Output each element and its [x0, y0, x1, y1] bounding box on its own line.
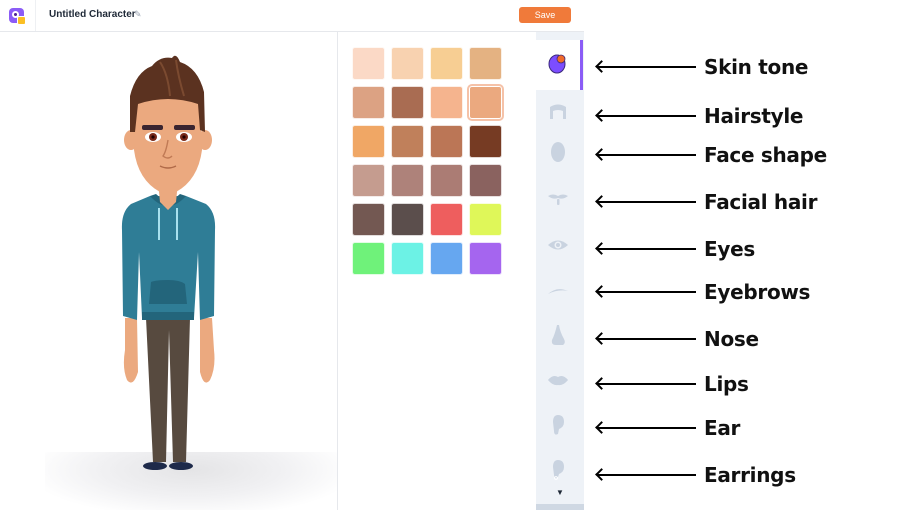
annotation: Earrings: [598, 463, 898, 487]
skin-swatch[interactable]: [469, 203, 502, 236]
sidebar-item-skin-tone[interactable]: [536, 40, 583, 90]
arrow-left-icon: [598, 115, 696, 117]
category-sidebar: ▼: [536, 32, 584, 510]
character-avatar: [121, 55, 216, 470]
eye-icon: [547, 238, 569, 257]
skin-swatch[interactable]: [391, 203, 424, 236]
skin-swatch[interactable]: [469, 86, 502, 119]
save-button[interactable]: Save: [519, 7, 571, 23]
sidebar-item-ear[interactable]: [536, 407, 580, 447]
nose-icon: [550, 324, 566, 351]
earring-icon: [551, 459, 565, 486]
annotation: Facial hair: [598, 190, 898, 214]
arrow-left-icon: [598, 474, 696, 476]
skin-tone-icon: [548, 52, 568, 79]
skin-swatch[interactable]: [352, 86, 385, 119]
sidebar-item-facial-hair[interactable]: [536, 182, 580, 222]
logo-cell: [0, 0, 36, 31]
sidebar-item-nose[interactable]: [536, 317, 580, 357]
eyebrow-icon: [547, 283, 569, 301]
arrow-left-icon: [598, 291, 696, 293]
skin-swatch[interactable]: [469, 164, 502, 197]
skin-swatch[interactable]: [391, 242, 424, 275]
caret-down-icon[interactable]: ▼: [556, 488, 564, 497]
character-pants: [146, 318, 190, 462]
annotation: Nose: [598, 327, 898, 351]
pencil-icon[interactable]: ✎: [134, 9, 142, 20]
skin-swatch[interactable]: [430, 125, 463, 158]
annotation: Eyebrows: [598, 280, 898, 304]
character-right-hand: [200, 318, 215, 383]
annotation-label: Eyebrows: [704, 280, 811, 304]
skin-swatch[interactable]: [391, 125, 424, 158]
skin-swatch[interactable]: [430, 86, 463, 119]
ear-icon: [551, 414, 565, 441]
character-left-shoe: [143, 462, 167, 470]
app-logo-badge: [17, 16, 26, 25]
annotation-label: Eyes: [704, 237, 755, 261]
annotation: Eyes: [598, 237, 898, 261]
annotation-label: Skin tone: [704, 55, 809, 79]
arrow-left-icon: [598, 66, 696, 68]
annotation-label: Earrings: [704, 463, 796, 487]
annotation-label: Lips: [704, 372, 749, 396]
hairstyle-icon: [548, 103, 568, 126]
sidebar-item-hairstyle[interactable]: [536, 94, 580, 134]
arrow-left-icon: [598, 427, 696, 429]
top-bar: Untitled Character ✎ Save: [0, 0, 584, 32]
skin-swatch[interactable]: [352, 242, 385, 275]
skin-swatch[interactable]: [391, 164, 424, 197]
annotation: Ear: [598, 416, 898, 440]
annotation-label: Ear: [704, 416, 741, 440]
annotation-label: Hairstyle: [704, 104, 804, 128]
annotation: Skin tone: [598, 55, 898, 79]
character-right-eyebrow: [174, 125, 195, 130]
annotation-label: Nose: [704, 327, 759, 351]
character-editor-app: Untitled Character ✎ Save ▼: [0, 0, 584, 510]
character-hoodie-pocket: [149, 280, 187, 304]
annotation: Hairstyle: [598, 104, 898, 128]
skin-swatch[interactable]: [352, 164, 385, 197]
face-shape-icon: [550, 141, 566, 168]
skin-swatch[interactable]: [352, 125, 385, 158]
skin-swatch[interactable]: [391, 86, 424, 119]
annotation-label: Face shape: [704, 143, 827, 167]
skin-swatch[interactable]: [469, 125, 502, 158]
skin-swatch[interactable]: [469, 242, 502, 275]
skin-swatch[interactable]: [391, 47, 424, 80]
arrow-left-icon: [598, 201, 696, 203]
character-right-shoe: [169, 462, 193, 470]
skin-tone-palette: [352, 47, 504, 277]
skin-swatch[interactable]: [430, 164, 463, 197]
annotation: Lips: [598, 372, 898, 396]
character-left-eyebrow: [142, 125, 163, 130]
arrow-left-icon: [598, 248, 696, 250]
character-preview-stage: [0, 32, 338, 510]
skin-swatch[interactable]: [352, 203, 385, 236]
sidebar-item-face-shape[interactable]: [536, 134, 580, 174]
sidebar-item-earrings[interactable]: [536, 452, 580, 492]
character-hoodie-hem: [142, 312, 194, 320]
arrow-left-icon: [598, 154, 696, 156]
mustache-icon: [547, 193, 569, 212]
skin-swatch[interactable]: [469, 47, 502, 80]
character-left-hand: [123, 318, 138, 383]
annotation: Face shape: [598, 143, 898, 167]
sidebar-item-eyes[interactable]: [536, 227, 580, 267]
arrow-left-icon: [598, 338, 696, 340]
sidebar-item-lips[interactable]: [536, 362, 580, 402]
annotation-label: Facial hair: [704, 190, 818, 214]
skin-swatch[interactable]: [430, 203, 463, 236]
lips-icon: [547, 373, 569, 391]
sidebar-scrollbar[interactable]: [536, 504, 584, 510]
arrow-left-icon: [598, 383, 696, 385]
skin-swatch[interactable]: [430, 47, 463, 80]
character-title[interactable]: Untitled Character: [49, 9, 136, 20]
sidebar-item-eyebrows[interactable]: [536, 272, 580, 312]
skin-swatch[interactable]: [430, 242, 463, 275]
skin-swatch[interactable]: [352, 47, 385, 80]
